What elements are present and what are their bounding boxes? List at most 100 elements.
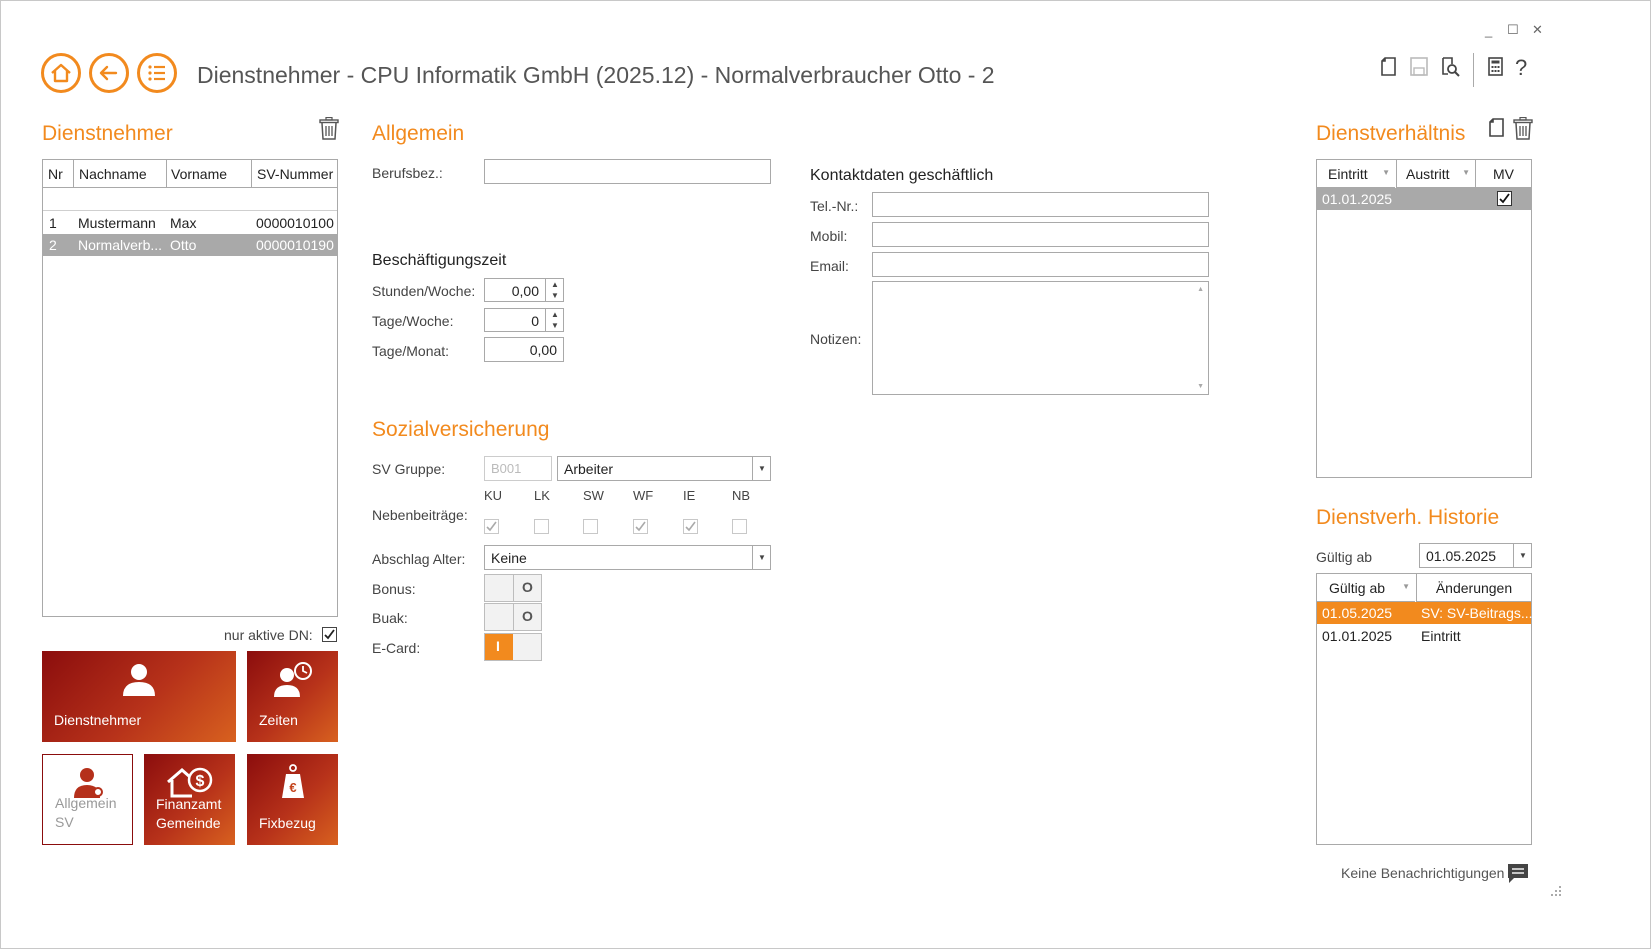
- gueltig-ab-datepicker[interactable]: 01.05.2025 ▼: [1419, 543, 1532, 568]
- mv-checkbox[interactable]: [1497, 191, 1512, 206]
- sort-icon[interactable]: ▼: [1402, 582, 1410, 591]
- table-row[interactable]: 1 Mustermann Max 0000010100: [43, 212, 337, 234]
- dropdown-button[interactable]: ▼: [1513, 544, 1531, 567]
- chevron-up-icon[interactable]: ▲: [551, 280, 559, 289]
- email-input[interactable]: [872, 252, 1209, 277]
- new-document-icon[interactable]: [1380, 56, 1398, 81]
- column-header-sv-nummer[interactable]: SV-Nummer: [252, 160, 337, 188]
- table-row-selected[interactable]: 01.01.2025: [1317, 188, 1531, 210]
- buak-label: Buak:: [372, 610, 408, 626]
- cell-nr: 1: [49, 215, 57, 231]
- kontaktdaten-title: Kontaktdaten geschäftlich: [810, 167, 994, 184]
- column-header-mv[interactable]: MV: [1476, 160, 1531, 188]
- sort-icon[interactable]: ▼: [1382, 168, 1390, 177]
- column-header-aenderungen[interactable]: Änderungen: [1417, 574, 1531, 602]
- table-row-selected[interactable]: 01.05.2025 SV: SV-Beitrags...: [1317, 602, 1533, 624]
- chevron-down-icon[interactable]: ▼: [551, 321, 559, 330]
- close-button[interactable]: ✕: [1532, 22, 1543, 38]
- bonus-toggle[interactable]: O: [484, 574, 542, 602]
- tage-woche-input[interactable]: 0: [484, 308, 546, 332]
- mobil-input[interactable]: [872, 222, 1209, 247]
- notizen-textarea[interactable]: ▲ ▼: [872, 281, 1209, 395]
- trash-icon[interactable]: [1513, 116, 1533, 144]
- berufsbez-label: Berufsbez.:: [372, 165, 443, 181]
- cell-nr: 2: [49, 237, 57, 253]
- column-header-nachname[interactable]: Nachname: [74, 160, 166, 188]
- column-header-eintritt[interactable]: Eintritt ▼: [1317, 160, 1395, 188]
- tage-monat-input[interactable]: 0,00: [484, 337, 564, 362]
- tile-allgemein-sv[interactable]: Allgemein SV: [42, 754, 133, 845]
- trash-icon[interactable]: [319, 116, 339, 144]
- maximize-button[interactable]: ☐: [1507, 22, 1519, 38]
- only-active-label: nur aktive DN:: [224, 627, 313, 643]
- table-row[interactable]: 01.01.2025 Eintritt: [1317, 625, 1531, 647]
- cell-nachname: Mustermann: [78, 215, 156, 231]
- neben-col-ku: KU: [484, 488, 503, 503]
- chevron-up-icon[interactable]: ▲: [551, 310, 559, 319]
- neben-col-sw: SW: [583, 488, 604, 503]
- berufsbez-input[interactable]: [484, 159, 771, 184]
- allgemein-title: Allgemein: [372, 122, 465, 145]
- scroll-down-icon[interactable]: ▼: [1197, 383, 1204, 390]
- neben-col-lk: LK: [534, 488, 550, 503]
- scroll-up-icon[interactable]: ▲: [1197, 286, 1204, 293]
- minimize-button[interactable]: _: [1485, 23, 1492, 38]
- new-document-icon[interactable]: [1488, 117, 1506, 142]
- tile-zeiten[interactable]: Zeiten: [247, 651, 338, 742]
- stunden-woche-stepper[interactable]: ▲ ▼: [545, 278, 564, 302]
- tile-label: Dienstnehmer: [54, 712, 142, 728]
- tage-woche-stepper[interactable]: ▲ ▼: [545, 308, 564, 332]
- save-icon: [1409, 56, 1429, 81]
- tile-dienstnehmer[interactable]: Dienstnehmer: [42, 651, 236, 742]
- column-header-vorname[interactable]: Vorname: [167, 160, 251, 188]
- help-icon[interactable]: ?: [1515, 55, 1527, 81]
- toggle-off-icon: O: [522, 608, 533, 624]
- svg-text:$: $: [196, 773, 205, 790]
- tage-woche-label: Tage/Woche:: [372, 313, 454, 329]
- dienstnehmer-table[interactable]: Nr Nachname Vorname SV-Nummer 1 Musterma…: [42, 159, 338, 617]
- neben-checkbox-wf: [633, 519, 648, 534]
- stunden-woche-label: Stunden/Woche:: [372, 283, 476, 299]
- dienstverhaeltnis-table[interactable]: Eintritt ▼ Austritt ▼ MV 01.01.2025: [1316, 159, 1532, 478]
- tile-finanzamt-gemeinde[interactable]: $ Finanzamt Gemeinde: [144, 754, 235, 845]
- abschlag-alter-select[interactable]: Keine ▼: [484, 545, 771, 570]
- chevron-down-icon: ▼: [758, 464, 766, 473]
- mobil-label: Mobil:: [810, 228, 848, 244]
- column-header-gueltig-ab[interactable]: Gültig ab ▼: [1317, 574, 1415, 602]
- calculator-icon[interactable]: [1487, 56, 1505, 81]
- tile-fixbezug[interactable]: € Fixbezug: [247, 754, 338, 845]
- home-icon[interactable]: [41, 53, 81, 93]
- toolbar-divider: [1473, 53, 1474, 87]
- column-header-nr[interactable]: Nr: [43, 160, 73, 188]
- historie-table[interactable]: Gültig ab ▼ Änderungen 01.05.2025 SV: SV-…: [1316, 573, 1533, 845]
- stunden-woche-input[interactable]: 0,00: [484, 278, 546, 302]
- sv-gruppe-select[interactable]: Arbeiter ▼: [557, 456, 771, 481]
- gueltig-ab-label: Gültig ab: [1316, 549, 1373, 565]
- sort-icon[interactable]: ▼: [1462, 168, 1470, 177]
- cell-eintritt: 01.01.2025: [1322, 191, 1393, 207]
- cell-vorname: Max: [170, 215, 197, 231]
- ecard-toggle[interactable]: I: [484, 633, 542, 661]
- tel-input[interactable]: [872, 192, 1209, 217]
- list-icon[interactable]: [137, 53, 177, 93]
- toggle-off-icon: O: [522, 579, 533, 595]
- buak-toggle[interactable]: O: [484, 603, 542, 631]
- chat-icon[interactable]: [1506, 861, 1530, 888]
- search-document-icon[interactable]: [1439, 56, 1461, 81]
- bonus-label: Bonus:: [372, 581, 416, 597]
- chevron-down-icon[interactable]: ▼: [551, 291, 559, 300]
- neben-col-nb: NB: [732, 488, 751, 503]
- column-header-austritt[interactable]: Austritt ▼: [1397, 160, 1475, 188]
- back-icon[interactable]: [89, 53, 129, 93]
- sozialversicherung-title: Sozialversicherung: [372, 418, 550, 441]
- notifications-status[interactable]: Keine Benachrichtigungen: [1341, 865, 1504, 881]
- filter-row[interactable]: [43, 188, 337, 211]
- cell-aenderung: SV: SV-Beitrags...: [1421, 605, 1533, 621]
- table-row-selected[interactable]: 2 Normalverb... Otto 0000010190: [43, 234, 337, 256]
- dropdown-button[interactable]: ▼: [752, 457, 770, 480]
- neben-checkbox-ie: [683, 519, 698, 534]
- only-active-checkbox[interactable]: [322, 627, 337, 642]
- resize-grip-icon[interactable]: [1550, 884, 1562, 900]
- dropdown-button[interactable]: ▼: [752, 546, 770, 569]
- tile-label: Zeiten: [259, 712, 298, 728]
